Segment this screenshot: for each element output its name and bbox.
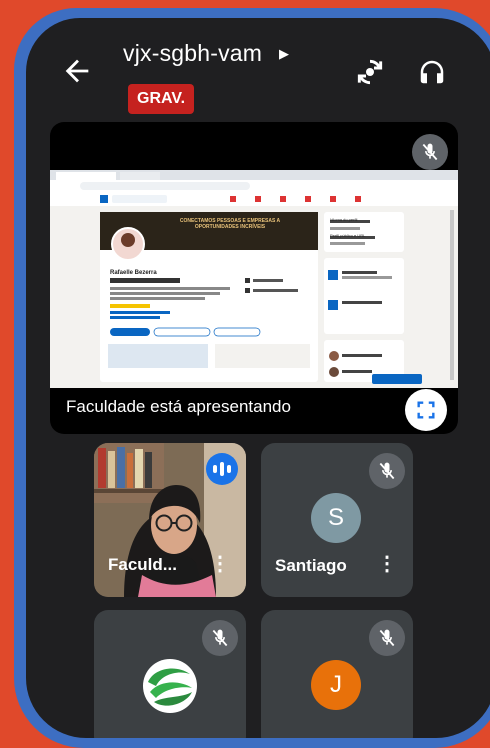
- more-options-icon[interactable]: ⋮: [210, 551, 230, 576]
- mic-off-icon: [369, 453, 405, 489]
- switch-camera-icon[interactable]: [354, 56, 386, 88]
- avatar: S: [311, 493, 361, 543]
- recording-badge: GRAV.: [128, 84, 195, 114]
- participant-name: Santiago: [275, 556, 347, 575]
- meeting-details-caret-icon[interactable]: ▶: [279, 46, 289, 62]
- presentation-tile[interactable]: CONECTAMOS PESSOAS E EMPRESAS A OPORTUNI…: [50, 122, 458, 434]
- participant-tile-logo[interactable]: [94, 610, 246, 738]
- fullscreen-icon: [417, 401, 435, 419]
- participant-tile-santiago[interactable]: S Santiago ⋮: [261, 443, 413, 597]
- mic-off-icon: [369, 620, 405, 656]
- banner-text: CONECTAMOS PESSOAS E EMPRESAS A OPORTUNI…: [179, 218, 281, 230]
- green-swirl-logo: [143, 659, 197, 713]
- participant-tile-j[interactable]: J: [261, 610, 413, 738]
- shared-screen: CONECTAMOS PESSOAS E EMPRESAS A OPORTUNI…: [50, 170, 458, 388]
- fullscreen-button[interactable]: [405, 389, 447, 431]
- sidebar-item-public-profile: Perfil público e URL: [330, 233, 366, 238]
- participant-name: Faculd...: [108, 555, 177, 574]
- sidebar-item-language: Idioma do perfil: [330, 217, 358, 222]
- mic-off-icon: [202, 620, 238, 656]
- speaking-indicator-icon: [206, 453, 238, 485]
- headphones-icon[interactable]: [417, 56, 447, 88]
- more-options-icon[interactable]: ⋮: [377, 551, 397, 576]
- meet-app-screen: vjx-sgbh-vam ▶ GRAV. CONECTAMOS PESSOAS …: [26, 18, 490, 738]
- meeting-title[interactable]: vjx-sgbh-vam: [123, 40, 262, 67]
- profile-name: Rafaelle Bezerra: [110, 270, 157, 276]
- back-arrow-icon[interactable]: [60, 54, 94, 88]
- participant-tile-faculdade[interactable]: Faculd... ⋮: [94, 443, 246, 597]
- presenter-label: Faculdade está apresentando: [66, 397, 291, 416]
- avatar: J: [311, 660, 361, 710]
- mic-off-icon: [412, 134, 448, 170]
